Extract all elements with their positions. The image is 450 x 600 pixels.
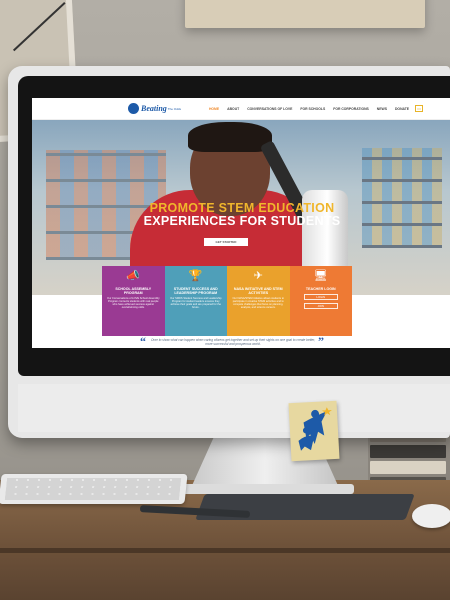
wall-sign [185,0,425,28]
trophy-icon: 🏆 [188,270,203,282]
sticky-note [288,400,340,462]
nav-item-for-corporations[interactable]: FOR CORPORATIONS [333,107,369,111]
logo-name: Beating [141,104,167,113]
cart-icon[interactable]: ▭ [415,105,424,112]
card-student-success[interactable]: 🏆 STUDENT SUCCESS AND LEADERSHIP PROGRAM… [164,266,227,338]
join-button[interactable]: JOIN [303,303,338,310]
book [370,461,446,474]
nav-item-donate[interactable]: DONATE [395,107,409,111]
website-screen: Beating The Odds HOME ABOUT CONVERSATION… [32,98,450,348]
site-logo[interactable]: Beating The Odds [128,103,181,114]
logo-figures-icon [298,407,332,451]
monitor-chin [18,384,450,432]
quote-text: Over to show what can happen when caring… [150,338,316,346]
keyboard [0,474,188,504]
mouse [412,504,450,528]
hero-title: PROMOTE STEM EDUCATION EXPERIENCES FOR S… [32,202,450,228]
logo-figure-icon [128,103,139,114]
nav-item-conversations-of-love[interactable]: CONVERSATIONS OF LOVE [247,107,292,111]
card-school-assembly[interactable]: 📣 SCHOOL ASSEMBLY PROGRAM Our Conversati… [102,266,165,338]
logo-subtitle: The Odds [167,106,181,111]
nav-item-home[interactable]: HOME [209,107,219,111]
login-button[interactable]: LOGIN [303,294,338,301]
card-text: Our NASA/STEM initiative allows students… [232,297,284,310]
paper-plane-icon: ✈ [253,270,263,282]
card-nasa-stem[interactable]: ✈ NASA INITIATIVE AND STEM ACTIVITIES Ou… [227,266,290,338]
monitor-stand-base [176,484,354,494]
card-title: TEACHER LOGIN [305,287,336,291]
student-hair [188,122,272,152]
megaphone-icon: 📣 [126,270,141,282]
hero-title-line2: EXPERIENCES FOR STUDENTS [143,214,341,228]
site-header: Beating The Odds HOME ABOUT CONVERSATION… [32,98,450,120]
card-title: NASA INITIATIVE AND STEM ACTIVITIES [233,287,283,296]
card-text: Our Conversations of LOVE School Assembl… [106,297,160,310]
book [370,445,446,458]
monitor: Beating The Odds HOME ABOUT CONVERSATION… [8,66,450,438]
desk-edge [0,548,450,553]
close-quote-icon: ” [318,334,324,348]
program-cards: 📣 SCHOOL ASSEMBLY PROGRAM Our Conversati… [102,266,352,338]
nav-item-for-schools[interactable]: FOR SCHOOLS [300,107,325,111]
nav-item-news[interactable]: NEWS [377,107,387,111]
login-screen-icon: 🖥 [313,270,328,282]
open-quote-icon: “ [140,334,146,348]
card-title: SCHOOL ASSEMBLY PROGRAM [115,287,152,296]
classroom-shelves-right [362,148,442,248]
get-started-button[interactable]: GET STARTED [204,238,248,246]
main-nav: HOME ABOUT CONVERSATIONS OF LOVE FOR SCH… [209,107,409,111]
nav-item-about[interactable]: ABOUT [227,107,239,111]
card-teacher-login: 🖥 TEACHER LOGIN LOGIN JOIN [289,266,352,338]
quote-section: “ Over to show what can happen when cari… [32,334,450,348]
card-title: STUDENT SUCCESS AND LEADERSHIP PROGRAM [173,287,218,296]
card-text: Our SMDS Student Success and Leadership … [170,297,222,310]
